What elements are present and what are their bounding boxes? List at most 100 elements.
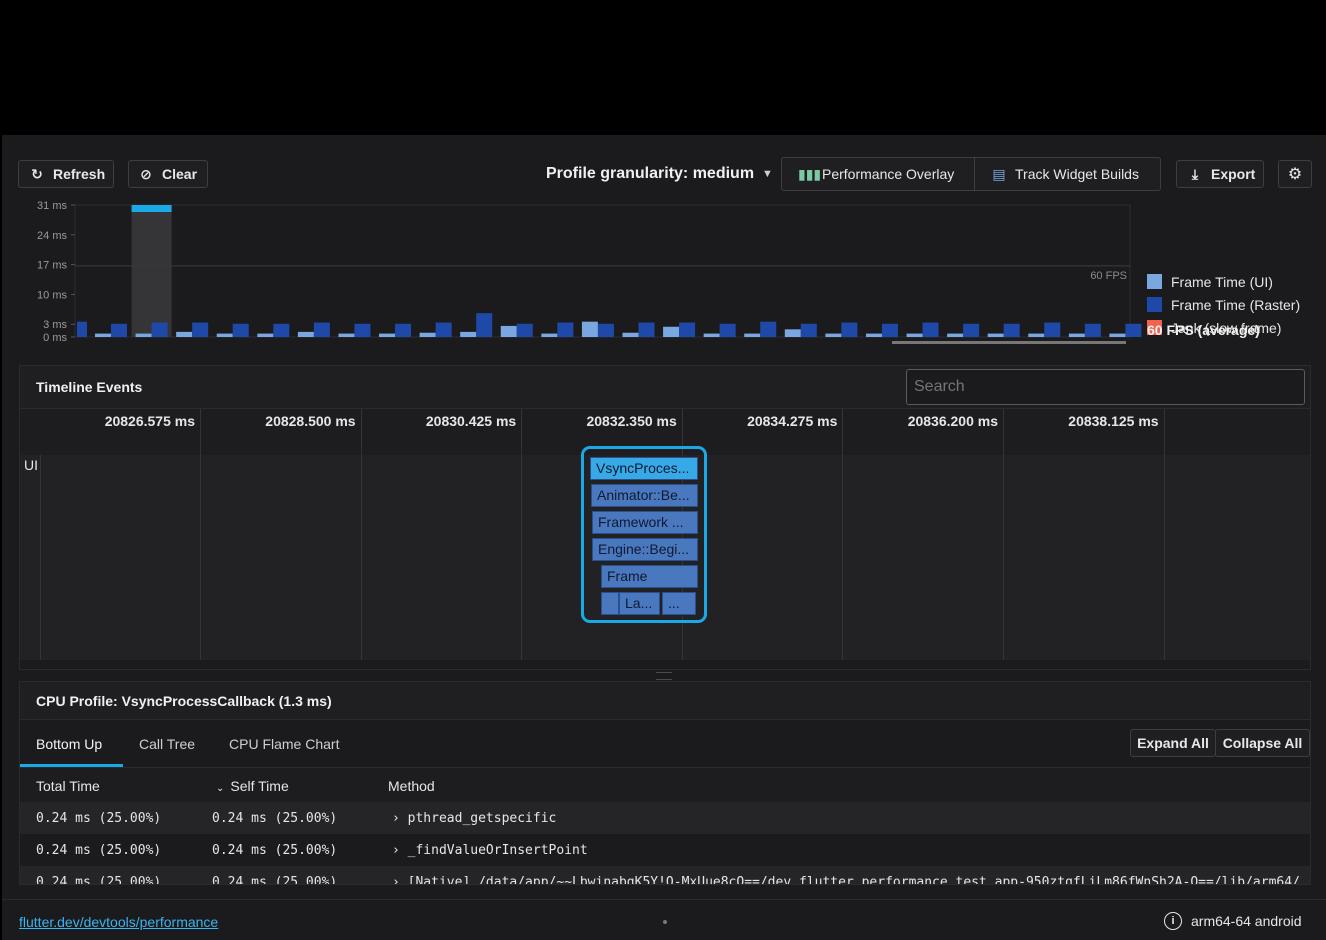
refresh-label: Refresh bbox=[53, 166, 106, 182]
raster-bar bbox=[679, 322, 696, 337]
column-total-time[interactable]: Total Time bbox=[36, 778, 100, 794]
track-widget-builds-button[interactable]: ▤ Track Widget Builds bbox=[974, 157, 1161, 191]
raster-bar bbox=[111, 323, 127, 337]
track-widget-builds-label: Track Widget Builds bbox=[1015, 166, 1139, 182]
cpu-profile-tabbar: Bottom Up Call Tree CPU Flame Chart Expa… bbox=[20, 720, 1310, 768]
ui-bar bbox=[703, 333, 720, 337]
row-method: › pthread_getspecific bbox=[392, 811, 556, 826]
event-frame[interactable]: Frame bbox=[601, 565, 698, 588]
legend-entry-ui: Frame Time (UI) bbox=[1147, 270, 1300, 293]
chart-scrollbar bbox=[892, 341, 1126, 344]
status-dot bbox=[663, 920, 667, 924]
raster-bar bbox=[273, 323, 290, 337]
splitter-handle[interactable] bbox=[656, 672, 672, 680]
tab-cpu-flame-chart[interactable]: CPU Flame Chart bbox=[229, 736, 339, 752]
average-fps-label: 60 FPS (average) bbox=[1147, 322, 1260, 338]
lane-label: UI bbox=[24, 457, 38, 473]
tab-call-tree[interactable]: Call Tree bbox=[139, 736, 195, 752]
clear-label: Clear bbox=[162, 166, 198, 182]
event-animator[interactable]: Animator::Be... bbox=[591, 484, 698, 507]
raster-bar bbox=[313, 322, 330, 337]
event-ellipsis[interactable]: ... bbox=[662, 592, 696, 615]
chevron-right-icon: › bbox=[392, 811, 400, 826]
block-icon: ⊘ bbox=[140, 165, 152, 182]
event-vsync[interactable]: VsyncProces... bbox=[590, 457, 698, 480]
timeline-panel: Timeline Events 20826.575 ms 20828.500 ms… bbox=[19, 365, 1311, 670]
raster-bar bbox=[1003, 323, 1020, 337]
ui-bar bbox=[135, 333, 152, 337]
column-method[interactable]: Method bbox=[388, 778, 435, 794]
row-total-time: 0.24 ms (25.00%) bbox=[36, 843, 162, 858]
cpu-profile-title: CPU Profile: VsyncProcessCallback (1.3 m… bbox=[36, 693, 332, 709]
timeline-search-input[interactable] bbox=[906, 369, 1305, 405]
table-row[interactable]: 0.24 ms (25.00%) 0.24 ms (25.00%) › [Nat… bbox=[20, 866, 1310, 885]
frames-chart[interactable]: 60 FPS 31 ms 24 ms 17 ms 10 ms 3 ms 0 ms Frame… bbox=[2, 200, 1326, 350]
y-tick-label: 10 ms bbox=[37, 289, 67, 301]
ui-bar bbox=[947, 333, 964, 337]
row-self-time: 0.24 ms (25.00%) bbox=[212, 875, 338, 885]
refresh-icon: ↻ bbox=[31, 165, 43, 182]
timeline-tick-label: 20836.200 ms bbox=[907, 413, 998, 429]
cpu-profile-header: CPU Profile: VsyncProcessCallback (1.3 m… bbox=[20, 682, 1310, 720]
raster-bar bbox=[1084, 323, 1101, 337]
info-icon: i bbox=[1164, 912, 1182, 930]
timeline-tick-label: 20830.425 ms bbox=[425, 413, 517, 429]
device-label: arm64-64 android bbox=[1191, 913, 1302, 929]
raster-bar bbox=[516, 323, 533, 337]
ui-bar bbox=[825, 333, 842, 337]
expand-all-button[interactable]: Expand All bbox=[1130, 729, 1216, 757]
download-icon: ⤓ bbox=[1191, 165, 1199, 182]
raster-bar bbox=[922, 322, 939, 337]
device-info: i arm64-64 android bbox=[1164, 912, 1302, 930]
column-self-time[interactable]: ⌄ Self Time bbox=[216, 778, 289, 794]
refresh-button[interactable]: ↻ Refresh bbox=[18, 160, 114, 188]
event-small[interactable] bbox=[601, 592, 619, 615]
table-row[interactable]: 0.24 ms (25.00%) 0.24 ms (25.00%) › pthr… bbox=[20, 802, 1310, 834]
event-layout[interactable]: La... bbox=[619, 592, 660, 615]
collapse-all-button[interactable]: Collapse All bbox=[1215, 729, 1310, 757]
table-row[interactable]: 0.24 ms (25.00%) 0.24 ms (25.00%) › _fin… bbox=[20, 834, 1310, 866]
legend-label-ui: Frame Time (UI) bbox=[1171, 273, 1273, 290]
event-engine[interactable]: Engine::Begi... bbox=[592, 538, 698, 561]
ui-bar bbox=[1028, 333, 1045, 337]
sort-descending-icon: ⌄ bbox=[216, 783, 225, 794]
event-framework[interactable]: Framework ... bbox=[592, 511, 698, 534]
raster-bar bbox=[354, 323, 371, 337]
selected-frame-shade bbox=[131, 205, 172, 337]
export-button[interactable]: ⤓ Export bbox=[1176, 160, 1264, 188]
ui-bar bbox=[419, 332, 436, 337]
ui-bar bbox=[1068, 333, 1085, 337]
clear-button[interactable]: ⊘ Clear bbox=[128, 160, 208, 188]
performance-overlay-button[interactable]: ▮▮▮ Performance Overlay bbox=[781, 157, 975, 191]
ui-bar bbox=[176, 331, 193, 337]
legend-swatch-raster bbox=[1147, 297, 1162, 312]
selected-frame-marker bbox=[131, 205, 172, 212]
ui-bar bbox=[865, 333, 882, 337]
row-self-time: 0.24 ms (25.00%) bbox=[212, 811, 338, 826]
timeline-title: Timeline Events bbox=[36, 379, 143, 395]
raster-bar bbox=[760, 321, 777, 337]
chevron-right-icon: › bbox=[392, 875, 400, 885]
toolbar: ↻ Refresh ⊘ Clear Profile granularity: m… bbox=[2, 135, 1326, 205]
devtools-docs-link[interactable]: flutter.dev/devtools/performance bbox=[19, 914, 218, 930]
raster-bar bbox=[963, 323, 980, 337]
ui-bar bbox=[297, 331, 314, 337]
frames-chart-svg[interactable]: 60 FPS 31 ms 24 ms 17 ms 10 ms 3 ms0 ms bbox=[2, 200, 1142, 350]
raster-bar bbox=[395, 323, 412, 337]
ui-bar bbox=[216, 333, 233, 337]
fps-line-label: 60 FPS bbox=[1090, 270, 1127, 282]
y-tick-label: 17 ms bbox=[37, 260, 67, 272]
y-tick-label: 0 ms bbox=[43, 332, 67, 344]
y-tick-label: 3 ms bbox=[43, 319, 67, 331]
chevron-right-icon: › bbox=[392, 843, 400, 858]
row-method: › [Native] /data/app/~~LbwinabgK5Y!Q-MxU… bbox=[392, 875, 1300, 885]
tab-bottom-up[interactable]: Bottom Up bbox=[36, 736, 102, 752]
ui-bar bbox=[379, 333, 396, 337]
widgets-icon: ▤ bbox=[992, 165, 1006, 182]
settings-button[interactable]: ⚙ bbox=[1278, 160, 1312, 188]
granularity-dropdown[interactable]: Profile granularity: medium ▼ bbox=[546, 165, 773, 183]
table-header: Total Time ⌄ Self Time Method bbox=[20, 768, 1310, 802]
raster-bar bbox=[77, 321, 87, 337]
timeline-tick-label: 20828.500 ms bbox=[265, 413, 356, 429]
raster-bar bbox=[719, 323, 736, 337]
